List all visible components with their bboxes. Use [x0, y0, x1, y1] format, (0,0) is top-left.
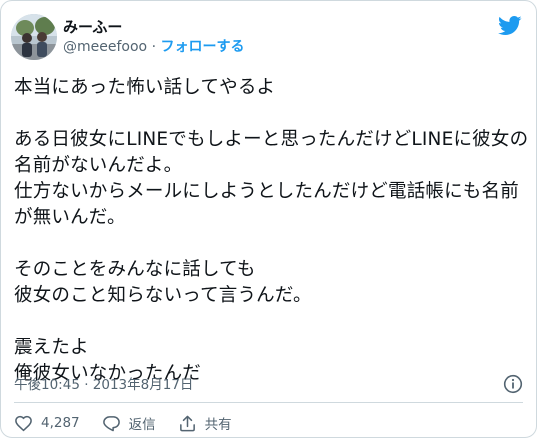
timestamp[interactable]: 午後10:45 · 2013年8月17日	[14, 376, 193, 394]
tweet-card: みーふー @meeefooo · フォローする 本当にあった怖い話してやるよ あ…	[0, 0, 537, 438]
handle-row: @meeefooo · フォローする	[63, 37, 244, 57]
tweet-header: みーふー @meeefooo · フォローする	[11, 12, 244, 62]
share-icon	[179, 415, 195, 431]
author-names: みーふー @meeefooo · フォローする	[63, 17, 244, 57]
tweet-text: 本当にあった怖い話してやるよ ある日彼女にLINEでもしよーと思ったんだけどLI…	[14, 75, 529, 387]
reply-button[interactable]: 返信	[102, 413, 156, 433]
avatar[interactable]	[11, 14, 57, 60]
share-button[interactable]: 共有	[178, 413, 232, 433]
tweet-line: ある日彼女にLINEでもしよーと思ったんだけどLINEに彼女の名前がないんだよ。…	[14, 129, 529, 228]
action-bar: 4,287 返信 共有	[14, 413, 254, 433]
handle[interactable]: @meeefooo	[63, 39, 147, 55]
twitter-bird-icon[interactable]	[498, 16, 522, 36]
like-button[interactable]: 4,287	[14, 414, 80, 433]
info-icon[interactable]	[503, 374, 523, 394]
display-name[interactable]: みーふー	[63, 17, 244, 37]
like-count: 4,287	[41, 415, 80, 431]
heart-icon	[15, 415, 32, 431]
divider	[14, 402, 523, 403]
follow-button[interactable]: フォローする	[160, 39, 244, 55]
tweet-line: そのことをみんなに話しても 彼女のこと知らないって言うんだ。	[14, 259, 312, 306]
reply-label: 返信	[128, 417, 156, 433]
tweet-line: 本当にあった怖い話してやるよ	[14, 77, 276, 98]
share-label: 共有	[204, 417, 232, 433]
separator: ·	[151, 39, 157, 55]
speech-bubble-icon	[102, 415, 120, 431]
